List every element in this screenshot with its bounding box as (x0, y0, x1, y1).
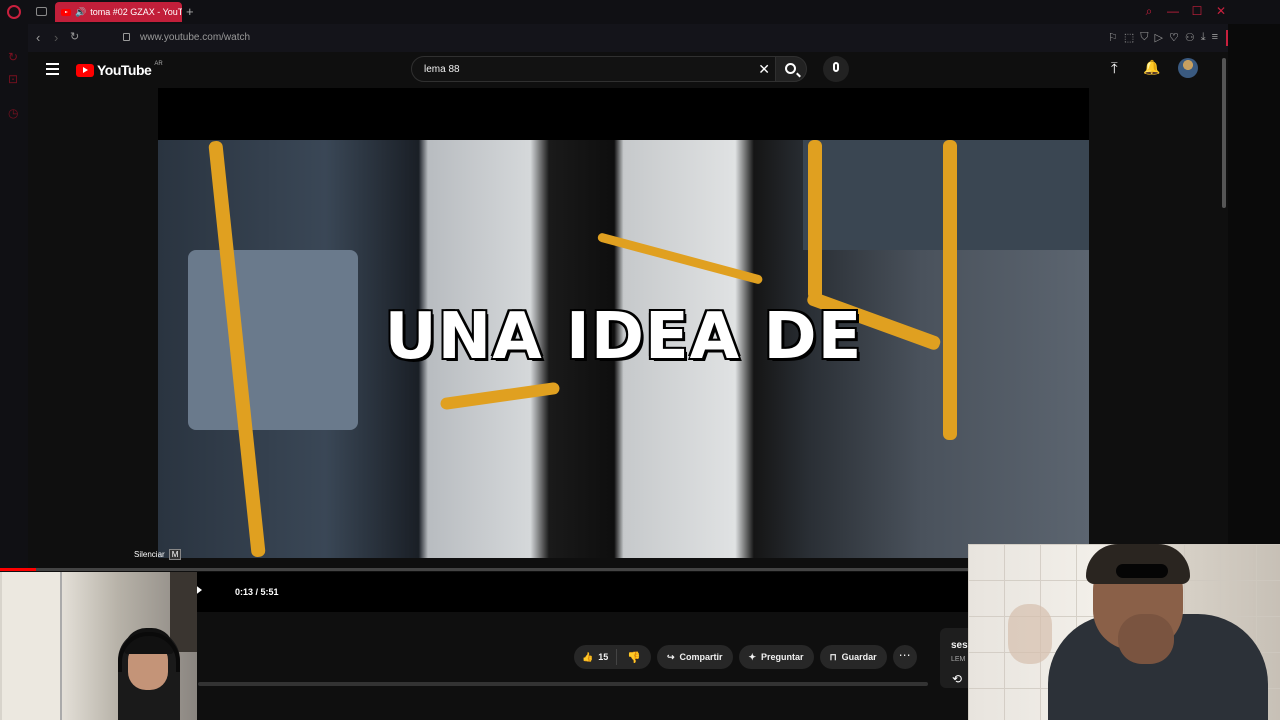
thumbs-down-icon: 👎 (627, 651, 641, 664)
time-display: 0:13 / 5:51 (235, 587, 279, 597)
browser-toolbar-icons: ⚐ ⬚ ⛉ ▷ ♡ ⚇ ⤓ ≡ (1108, 31, 1218, 44)
window-controls: ⌕ — ☐ ✕ (1142, 4, 1228, 19)
mute-tooltip: Silenciar M (134, 549, 182, 560)
share-icon: ↪ (666, 651, 675, 662)
tab-title: toma #02 GZAX - YouT (90, 7, 182, 17)
playlist-title: ses (951, 640, 968, 651)
search-icon (785, 63, 796, 74)
guide-menu-icon[interactable] (46, 63, 59, 75)
thumbs-up-icon: 👍 (582, 651, 594, 662)
url-field[interactable]: www.youtube.com/watch (140, 32, 250, 43)
youtube-play-icon (76, 63, 94, 77)
playlist-card[interactable]: ses LEM ⟲ (940, 628, 970, 688)
streamer-webcam (0, 572, 197, 720)
opera-logo-icon[interactable] (7, 5, 21, 19)
share-button[interactable]: ↪ Compartir (656, 645, 733, 669)
search-input[interactable]: lema 88 ✕ (411, 56, 781, 82)
play-icon[interactable]: ▷ (1154, 31, 1162, 44)
search-button[interactable] (775, 56, 807, 82)
webcam-chair (170, 572, 197, 652)
speaker-icon[interactable]: 🔊 (75, 7, 86, 18)
video-progress-bar[interactable] (0, 568, 968, 571)
progress-played (0, 568, 36, 571)
like-button[interactable]: 👍 15 (574, 649, 618, 665)
heart-icon[interactable]: ♡ (1169, 31, 1179, 44)
page-scrollbar[interactable] (1220, 52, 1228, 572)
browser-sidebar: ↻ ⊡ ◷ (0, 24, 28, 572)
youtube-header: YouTube AR lema 88 ✕ ⤒ 🔔 (28, 52, 1220, 88)
search-query: lema 88 (424, 64, 460, 75)
like-dislike-group: 👍 15 👎 (574, 645, 651, 669)
bookmark-save-icon: ⊓ (829, 651, 837, 662)
loop-icon[interactable]: ⟲ (952, 672, 962, 686)
country-code: AR (154, 61, 163, 67)
save-button[interactable]: ⊓ Guardar (819, 645, 887, 669)
active-tab[interactable]: 🔊 toma #02 GZAX - YouT (55, 2, 182, 22)
description-divider (198, 682, 928, 686)
browser-tabstrip: 🔊 toma #02 GZAX - YouT + ⌕ — ☐ ✕ (0, 0, 1280, 24)
bookmark-icon[interactable]: ⚐ (1108, 31, 1118, 44)
page-edge (1228, 24, 1280, 544)
floor-stripe (439, 381, 561, 411)
guest-webcam (968, 544, 1280, 720)
address-bar: ‹ › ↻ www.youtube.com/watch ⚐ ⬚ ⛉ ▷ ♡ ⚇ … (28, 24, 1228, 52)
more-icon: ⋯ (898, 648, 911, 662)
tab-menu-icon[interactable] (36, 7, 47, 16)
clear-search-icon[interactable]: ✕ (758, 61, 770, 78)
voice-search-button[interactable] (823, 56, 849, 82)
youtube-logo[interactable]: YouTube AR (76, 61, 163, 78)
playlist-subtitle: LEM (951, 656, 966, 663)
profile-icon[interactable]: ⚇ (1185, 31, 1195, 44)
lock-sidebar-icon[interactable]: ⊡ (8, 72, 18, 86)
webcam-background-door (2, 572, 62, 720)
close-window-button[interactable]: ✕ (1214, 4, 1228, 19)
ask-label: Preguntar (761, 652, 804, 662)
snapshot-icon[interactable]: ⬚ (1124, 31, 1134, 44)
like-count: 15 (598, 652, 609, 662)
screen: 🔊 toma #02 GZAX - YouT + ⌕ — ☐ ✕ ↻ ⊡ ◷ ‹… (0, 0, 1280, 720)
video-overlay-caption: UNA IDEA DE (384, 300, 863, 374)
bus-pole (943, 140, 957, 440)
microphone-icon (833, 62, 839, 72)
history-sidebar-icon[interactable]: ◷ (8, 106, 18, 120)
forward-icon[interactable]: › (54, 30, 58, 45)
reload-icon[interactable]: ↻ (70, 30, 79, 43)
search-tabs-icon[interactable]: ⌕ (1142, 4, 1156, 19)
back-icon[interactable]: ‹ (36, 30, 40, 45)
scrollbar-thumb[interactable] (1222, 58, 1226, 208)
bus-pole (808, 140, 822, 300)
dislike-button[interactable]: 👎 (617, 651, 651, 664)
minimize-button[interactable]: — (1166, 4, 1180, 19)
guest-hand (1118, 614, 1174, 664)
more-actions-button[interactable]: ⋯ (892, 645, 917, 669)
lock-icon (123, 33, 130, 41)
ask-button[interactable]: ✦ Preguntar (738, 645, 814, 669)
sparkle-icon: ✦ (748, 651, 757, 662)
youtube-wordmark: YouTube (97, 62, 152, 78)
mute-tooltip-label: Silenciar (134, 550, 165, 559)
player-controls: 0:13 / 5:51 (190, 572, 968, 612)
video-player[interactable]: UNA IDEA DE (158, 88, 1089, 558)
refresh-sidebar-icon[interactable]: ↻ (8, 50, 18, 64)
maximize-button[interactable]: ☐ (1190, 4, 1204, 19)
account-avatar[interactable] (1178, 58, 1198, 78)
new-tab-button[interactable]: + (186, 4, 194, 19)
download-icon[interactable]: ⤓ (1201, 31, 1206, 44)
video-actions: 👍 15 👎 ↪ Compartir ✦ Preguntar ⊓ Guardar… (574, 645, 917, 669)
create-upload-icon[interactable]: ⤒ (1111, 60, 1118, 77)
shield-icon[interactable]: ⛉ (1140, 31, 1148, 44)
guest-raised-hand (1008, 604, 1052, 664)
share-label: Compartir (679, 652, 723, 662)
youtube-favicon-icon (61, 8, 71, 16)
mute-shortcut-key: M (168, 549, 182, 560)
bus-handle (596, 232, 764, 285)
notifications-bell-icon[interactable]: 🔔 (1143, 59, 1160, 76)
sunglasses-icon (1116, 564, 1168, 578)
save-label: Guardar (841, 652, 877, 662)
menu-icon[interactable]: ≡ (1212, 31, 1218, 44)
